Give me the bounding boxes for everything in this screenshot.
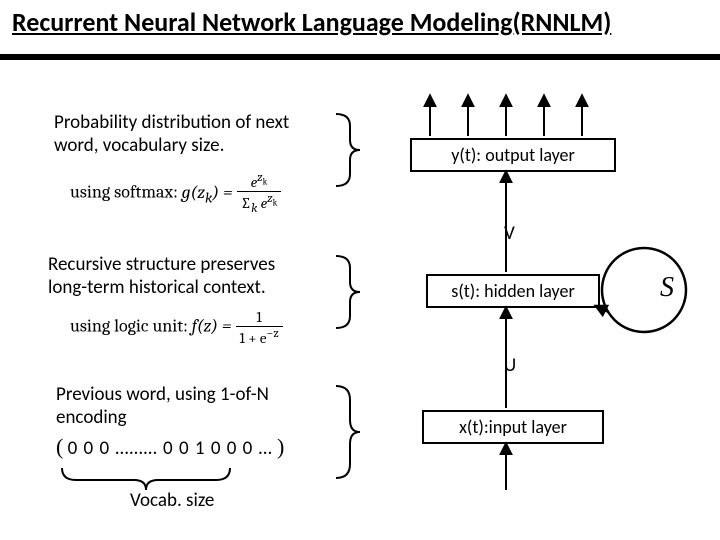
matrix-U-label: U xyxy=(504,354,516,377)
page-title: Recurrent Neural Network Language Modeli… xyxy=(12,6,611,38)
vocab-size-label: Vocab. size xyxy=(130,490,214,513)
brace-vocab-size xyxy=(62,468,230,490)
brace-input xyxy=(336,386,360,478)
input-layer-box: x(t):input layer xyxy=(422,410,604,444)
output-layer-box: y(t): output layer xyxy=(410,138,616,172)
input-note: Previous word, using 1-of-N encoding ( 0… xyxy=(56,384,316,460)
logic-formula: using logic unit: f(z) = 1 1 + e−z xyxy=(70,308,283,347)
hidden-note: Recursive structure preserves long-term … xyxy=(48,254,318,300)
softmax-formula: using softmax: g(zk) = ezk ∑k ezk xyxy=(70,171,281,216)
matrix-V-label: V xyxy=(504,222,515,245)
hidden-layer-box: s(t): hidden layer xyxy=(426,274,600,308)
matrix-S-label: S xyxy=(660,272,674,304)
title-underline xyxy=(0,54,720,60)
brace-output xyxy=(336,114,360,186)
brace-hidden xyxy=(336,256,360,328)
output-note: Probability distribution of next word, v… xyxy=(54,112,314,158)
